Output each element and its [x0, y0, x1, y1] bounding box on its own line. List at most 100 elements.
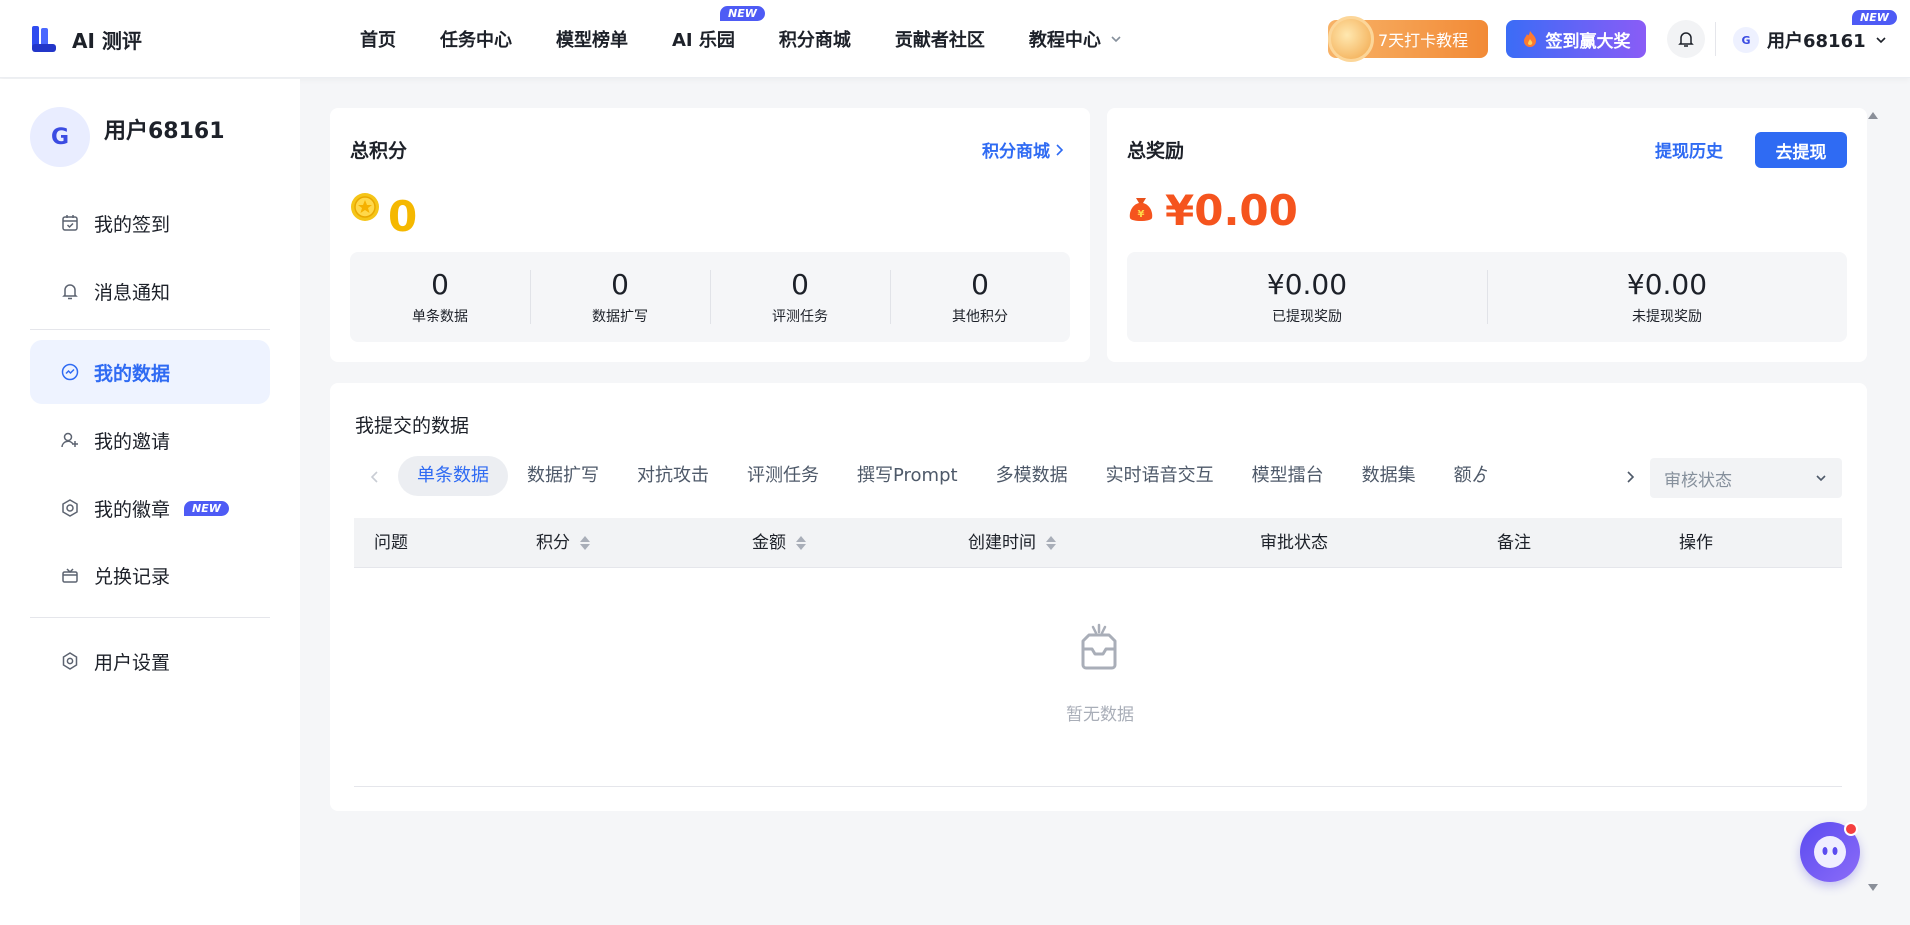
sidebar-item-label: 我的数据: [94, 362, 171, 385]
column-label: 问题: [374, 533, 408, 553]
panel-title: 我提交的数据: [355, 415, 470, 437]
column-created-time[interactable]: 创建时间: [968, 518, 1056, 568]
nav-home[interactable]: 首页: [360, 26, 396, 52]
nav-label: 教程中心: [1028, 30, 1101, 51]
nav-points-mall[interactable]: 积分商城: [779, 26, 851, 52]
withdraw-button[interactable]: 去提现: [1755, 132, 1847, 168]
nav-label: 积分商城: [778, 30, 851, 51]
column-remarks: 备注: [1497, 518, 1531, 568]
stat-single-data: 0 单条数据: [350, 268, 530, 326]
points-breakdown: 0 单条数据 0 数据扩写 0 评测任务 0 其他积分: [350, 252, 1070, 342]
chevron-left-icon[interactable]: [370, 470, 380, 484]
chevron-right-icon[interactable]: [1625, 470, 1635, 484]
tab-multimodal-data[interactable]: 多模数据: [977, 456, 1087, 496]
tab-eval-task[interactable]: 评测任务: [728, 456, 838, 496]
data-type-tabs: 单条数据 数据扩写 对抗攻击 评测任务 撰写Prompt 多模数据 实时语音交互…: [398, 456, 1496, 496]
sidebar-item-notifications[interactable]: 消息通知: [30, 259, 270, 323]
column-label: 金额: [752, 533, 786, 553]
tab-dataset[interactable]: 数据集: [1343, 456, 1435, 496]
column-amount[interactable]: 金额: [752, 518, 806, 568]
chevron-down-icon: [1111, 36, 1121, 43]
sign-in-button[interactable]: 签到赢大奖: [1506, 20, 1646, 58]
bell-icon: [62, 284, 78, 300]
points-mall-label: 积分商城: [982, 142, 1050, 162]
nav-label: 模型榜单: [556, 30, 628, 51]
chat-assistant-button[interactable]: [1800, 822, 1860, 882]
scroll-up-arrow[interactable]: [1868, 112, 1878, 119]
nav-model-leaderboard[interactable]: 模型榜单: [556, 26, 628, 52]
tutorial-button[interactable]: 7天打卡教程: [1328, 16, 1488, 62]
logo-text: AI 测评: [72, 28, 142, 53]
points-mall-link[interactable]: 积分商城: [982, 137, 1064, 162]
stat-value: ¥0.00: [1266, 268, 1348, 301]
sidebar-item-redemptions[interactable]: 兑换记录: [30, 543, 270, 607]
sort-icon[interactable]: [580, 536, 590, 550]
stat-label: 数据扩写: [592, 309, 648, 325]
tab-single-data[interactable]: 单条数据: [398, 456, 508, 496]
chart-circle-icon: [61, 363, 79, 381]
avatar[interactable]: G: [30, 107, 90, 167]
stat-withdrawn: ¥0.00 已提现奖励: [1127, 268, 1487, 326]
column-label: 备注: [1497, 533, 1531, 553]
tab-write-prompt[interactable]: 撰写Prompt: [838, 456, 977, 496]
tab-realtime-voice[interactable]: 实时语音交互: [1087, 456, 1233, 496]
user-menu[interactable]: G 用户68161: [1733, 27, 1888, 53]
sidebar-item-checkin[interactable]: 我的签到: [30, 191, 270, 255]
tab-model-arena[interactable]: 模型擂台: [1233, 456, 1343, 496]
select-placeholder: 审核状态: [1664, 470, 1732, 491]
sidebar-item-invites[interactable]: 我的邀请: [30, 408, 270, 472]
nav-ai-park[interactable]: AI 乐园 NEW: [672, 6, 765, 52]
calendar-icon: [62, 215, 78, 231]
logo[interactable]: AI 测评: [30, 24, 142, 54]
stat-label: 其他积分: [952, 309, 1008, 325]
stat-other-points: 0 其他积分: [890, 268, 1070, 326]
stat-label: 单条数据: [412, 309, 468, 325]
sign-in-label: 签到赢大奖: [1545, 31, 1631, 52]
tab-adversarial-attack[interactable]: 对抗攻击: [618, 456, 728, 496]
chevron-right-icon: [1056, 143, 1064, 156]
sidebar-item-label: 用户设置: [94, 651, 171, 674]
withdraw-history-link[interactable]: 提现历史: [1655, 137, 1723, 162]
header-divider: [1715, 22, 1716, 56]
sidebar-divider: [30, 329, 270, 330]
column-label: 审批状态: [1260, 533, 1328, 553]
user-add-icon: [61, 432, 78, 448]
sidebar-item-my-data[interactable]: 我的数据: [30, 340, 270, 404]
fire-icon: [1523, 31, 1536, 47]
nav-task-center[interactable]: 任务中心: [440, 26, 512, 52]
sidebar-divider: [30, 617, 270, 618]
sidebar-item-badges[interactable]: 我的徽章 NEW: [30, 476, 270, 540]
column-label: 创建时间: [968, 533, 1036, 553]
reward-title: 总奖励: [1127, 140, 1185, 162]
table-header: 问题 积分 金额 创建时间 审批状态 备注 操作: [354, 518, 1842, 568]
profile-name: 用户68161: [104, 119, 225, 144]
scroll-down-arrow[interactable]: [1868, 884, 1878, 891]
stat-label: 评测任务: [772, 309, 828, 325]
nav-tutorial-center[interactable]: 教程中心: [1029, 26, 1123, 52]
sort-icon[interactable]: [1046, 536, 1056, 550]
notification-button[interactable]: [1667, 20, 1705, 58]
tab-data-expansion[interactable]: 数据扩写: [508, 456, 618, 496]
badge-icon: [62, 499, 78, 517]
gear-icon: [62, 652, 78, 670]
sidebar-item-label: 我的邀请: [94, 430, 171, 453]
points-total: 0: [388, 192, 418, 241]
gift-box-icon: [62, 568, 78, 583]
column-points[interactable]: 积分: [536, 518, 590, 568]
sidebar-item-label: 消息通知: [94, 281, 171, 304]
bell-icon: [1678, 32, 1694, 47]
svg-text:¥: ¥: [1138, 209, 1145, 220]
reward-total: ¥0.00: [1165, 186, 1298, 235]
column-approval-status: 审批状态: [1260, 518, 1328, 568]
main-nav: 首页 任务中心 模型榜单 AI 乐园 NEW 积分商城 贡献者社区 教程中心: [360, 0, 1167, 78]
nav-label: AI 乐园: [672, 30, 735, 51]
points-title: 总积分: [350, 140, 408, 162]
sidebar-item-settings[interactable]: 用户设置: [30, 629, 270, 693]
nav-label: 任务中心: [440, 30, 512, 51]
tab-overflow[interactable]: 额ゟ: [1435, 456, 1496, 496]
sort-icon[interactable]: [796, 536, 806, 550]
nav-contributor-community[interactable]: 贡献者社区: [895, 26, 985, 52]
stat-not-withdrawn: ¥0.00 未提现奖励: [1487, 268, 1847, 326]
review-status-select[interactable]: 审核状态: [1650, 458, 1842, 498]
top-header: AI 测评 首页 任务中心 模型榜单 AI 乐园 NEW 积分商城 贡献者社区 教…: [0, 0, 1910, 78]
